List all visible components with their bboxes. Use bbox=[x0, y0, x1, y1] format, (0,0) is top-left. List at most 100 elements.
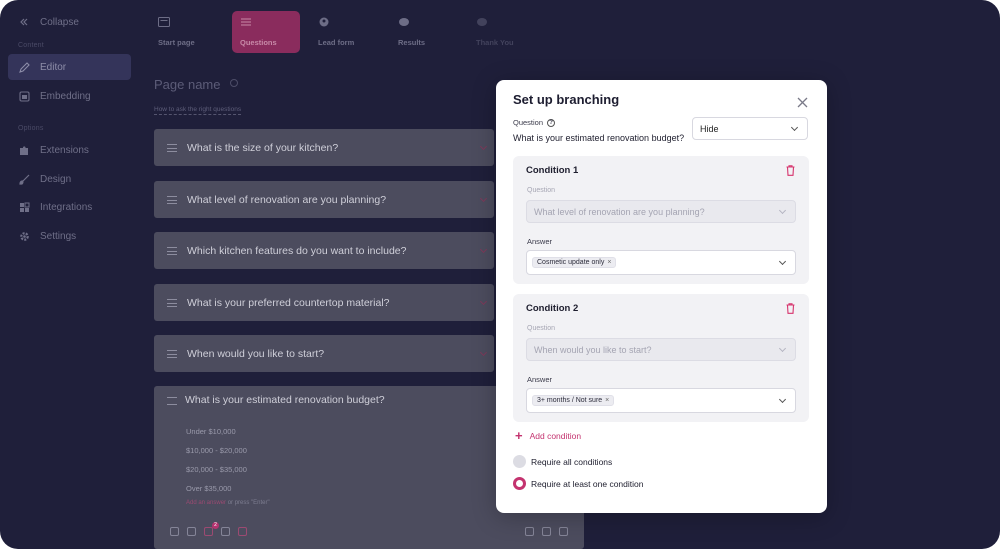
question-card[interactable]: What level of renovation are you plannin… bbox=[154, 181, 494, 218]
answer-chip: 3+ months / Not sure × bbox=[532, 395, 615, 406]
sidebar-item-label: Embedding bbox=[40, 90, 91, 102]
condition-question-value: When would you like to start? bbox=[534, 344, 652, 355]
comment-icon[interactable] bbox=[187, 527, 196, 536]
thank-you-icon bbox=[477, 18, 487, 26]
step-lead-form[interactable]: Lead form bbox=[310, 11, 378, 53]
step-thank-you[interactable]: Thank You bbox=[468, 11, 536, 53]
trash-icon[interactable] bbox=[786, 303, 795, 314]
drag-handle-icon[interactable] bbox=[167, 195, 177, 204]
branching-modal: Set up branching Question ? What is your… bbox=[496, 80, 827, 513]
delete-icon[interactable] bbox=[559, 527, 568, 536]
sidebar-item-settings[interactable]: Settings bbox=[8, 223, 131, 249]
scoring-icon[interactable] bbox=[238, 527, 247, 536]
drag-handle-icon[interactable] bbox=[167, 246, 177, 255]
question-card[interactable]: What is your preferred countertop materi… bbox=[154, 284, 494, 321]
question-label-text: Question bbox=[513, 118, 544, 127]
question-title: What is the size of your kitchen? bbox=[187, 141, 339, 154]
sidebar-item-design[interactable]: Design bbox=[8, 166, 131, 192]
branching-icon[interactable] bbox=[204, 527, 213, 536]
remove-chip-icon[interactable]: × bbox=[605, 397, 609, 404]
condition-question-label: Question bbox=[527, 325, 556, 332]
radio-require-all[interactable]: Require all conditions bbox=[513, 455, 612, 468]
condition-answer-label: Answer bbox=[527, 237, 553, 246]
action-select[interactable]: Hide bbox=[692, 117, 808, 140]
trash-icon[interactable] bbox=[786, 165, 795, 176]
step-label: Thank You bbox=[476, 38, 514, 47]
sidebar: Collapse Content Editor Embedding Option… bbox=[0, 0, 140, 549]
question-card[interactable]: Which kitchen features do you want to in… bbox=[154, 232, 494, 269]
drag-handle-icon[interactable] bbox=[167, 397, 177, 405]
add-answer-label: Add an answer bbox=[186, 500, 227, 506]
chevron-down-icon[interactable] bbox=[479, 297, 488, 306]
sidebar-item-embedding[interactable]: Embedding bbox=[8, 83, 131, 109]
duplicate-icon[interactable] bbox=[542, 527, 551, 536]
question-title: What is your preferred countertop materi… bbox=[187, 296, 390, 309]
settings-icon[interactable] bbox=[170, 527, 179, 536]
step-questions[interactable]: Questions bbox=[232, 11, 300, 53]
condition-answer-label: Answer bbox=[527, 375, 553, 384]
condition-title: Condition 2 bbox=[526, 303, 579, 314]
question-title: What level of renovation are you plannin… bbox=[187, 193, 387, 206]
radio-require-any[interactable]: Require at least one condition bbox=[513, 477, 643, 490]
condition-answer-select[interactable]: 3+ months / Not sure × bbox=[526, 388, 796, 413]
question-actions bbox=[525, 527, 568, 536]
radio-label: Require at least one condition bbox=[531, 478, 644, 489]
double-chevron-left-icon bbox=[18, 16, 30, 28]
page-title[interactable]: Page name bbox=[154, 77, 221, 92]
step-start-page[interactable]: Start page bbox=[150, 11, 218, 53]
condition-question-value: What level of renovation are you plannin… bbox=[534, 206, 705, 217]
sidebar-item-editor[interactable]: Editor bbox=[8, 54, 131, 80]
question-title: What is your estimated renovation budget… bbox=[185, 394, 385, 406]
question-toolbar bbox=[170, 527, 247, 536]
move-icon[interactable] bbox=[525, 527, 534, 536]
radio-button-selected[interactable] bbox=[513, 477, 526, 490]
embed-icon bbox=[18, 90, 30, 102]
question-card[interactable]: When would you like to start? bbox=[154, 335, 494, 372]
drag-handle-icon[interactable] bbox=[167, 298, 177, 307]
chevron-down-icon[interactable] bbox=[479, 245, 488, 254]
chevron-down-icon[interactable] bbox=[479, 194, 488, 203]
condition-answer-select[interactable]: Cosmetic update only × bbox=[526, 250, 796, 275]
step-label: Results bbox=[398, 38, 426, 47]
gear-icon bbox=[18, 230, 30, 242]
chevron-down-icon bbox=[778, 206, 787, 214]
add-answer-hint: or press "Enter" bbox=[227, 500, 270, 506]
edit-title-icon[interactable] bbox=[230, 79, 238, 87]
collapse-button[interactable]: Collapse bbox=[8, 9, 131, 35]
answer-chip-label: Cosmetic update only bbox=[537, 259, 605, 266]
help-link[interactable]: How to ask the right questions bbox=[154, 106, 242, 115]
sidebar-item-label: Integrations bbox=[40, 201, 93, 213]
chevron-down-icon[interactable] bbox=[479, 142, 488, 151]
step-label: Start page bbox=[158, 38, 195, 47]
question-title: When would you like to start? bbox=[187, 347, 325, 360]
chevron-down-icon bbox=[790, 123, 799, 131]
image-icon[interactable] bbox=[221, 527, 230, 536]
user-icon bbox=[319, 17, 329, 27]
add-answer-link[interactable]: Add an answer or press "Enter" bbox=[186, 500, 270, 506]
sidebar-item-integrations[interactable]: Integrations bbox=[8, 194, 131, 220]
radio-button[interactable] bbox=[513, 455, 526, 468]
remove-chip-icon[interactable]: × bbox=[607, 259, 611, 266]
sidebar-item-extensions[interactable]: Extensions bbox=[8, 137, 131, 163]
chevron-down-icon bbox=[778, 395, 787, 403]
question-title: Which kitchen features do you want to in… bbox=[187, 244, 407, 257]
drag-handle-icon[interactable] bbox=[167, 143, 177, 152]
question-card[interactable]: What is the size of your kitchen? bbox=[154, 129, 494, 166]
answer-option[interactable]: Over $35,000 bbox=[186, 484, 231, 493]
answer-option[interactable]: $20,000 - $35,000 bbox=[186, 465, 247, 474]
step-results[interactable]: Results bbox=[390, 11, 458, 53]
add-condition-button[interactable]: + Add condition bbox=[515, 429, 581, 442]
start-page-icon bbox=[158, 17, 170, 27]
chevron-down-icon bbox=[778, 344, 787, 352]
close-icon[interactable] bbox=[797, 97, 808, 108]
condition-question-select: When would you like to start? bbox=[526, 338, 796, 361]
chevron-down-icon[interactable] bbox=[479, 348, 488, 357]
list-icon bbox=[241, 18, 251, 26]
chevron-down-icon bbox=[778, 257, 787, 265]
help-icon[interactable]: ? bbox=[547, 118, 556, 127]
answer-option[interactable]: Under $10,000 bbox=[186, 427, 236, 436]
drag-handle-icon[interactable] bbox=[167, 349, 177, 358]
integrations-icon bbox=[18, 201, 30, 213]
answer-option[interactable]: $10,000 - $20,000 bbox=[186, 446, 247, 455]
condition-question-select: What level of renovation are you plannin… bbox=[526, 200, 796, 223]
